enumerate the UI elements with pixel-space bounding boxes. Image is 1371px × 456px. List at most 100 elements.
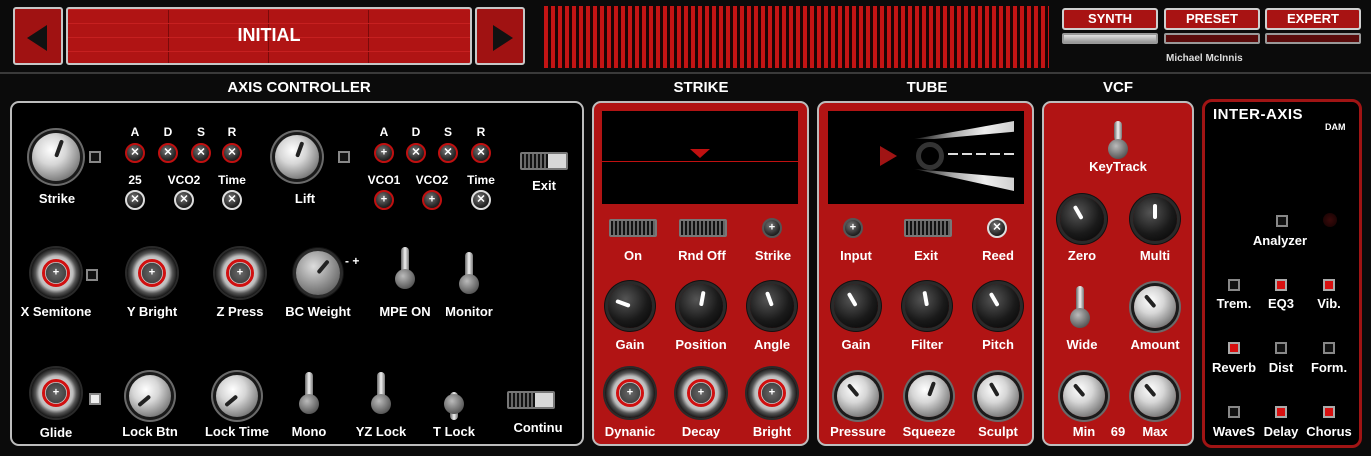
env1-time-knob[interactable]: ✕: [222, 190, 242, 210]
fx-reverb-checkbox[interactable]: [1228, 342, 1240, 354]
env1-vco2-knob[interactable]: ✕: [174, 190, 194, 210]
tube-gain-knob[interactable]: [834, 284, 878, 328]
yz-lock-toggle[interactable]: [370, 372, 392, 414]
tube-exit-label: Exit: [914, 248, 938, 263]
env2-vco1-knob[interactable]: +: [374, 190, 394, 210]
lift-knob[interactable]: [275, 135, 319, 179]
axis-controller-title: AXIS CONTROLLER: [227, 79, 371, 96]
env1-release-knob[interactable]: ✕: [222, 143, 242, 163]
preset-display[interactable]: INITIAL: [66, 7, 472, 65]
tube-sculpt-label: Sculpt: [978, 424, 1018, 439]
x-semitone-checkbox[interactable]: [86, 269, 98, 281]
strike-decay-label: Decay: [681, 424, 721, 439]
strike-gain-knob[interactable]: [608, 284, 652, 328]
fx-trem-checkbox[interactable]: [1228, 279, 1240, 291]
prev-preset-button[interactable]: [13, 7, 63, 65]
strike-dynanic-knob[interactable]: +: [605, 368, 655, 418]
analyzer-checkbox[interactable]: [1276, 215, 1288, 227]
vcf-zero-knob[interactable]: [1060, 197, 1104, 241]
strike-amount-knob[interactable]: +: [762, 218, 782, 238]
env2-vco2-knob[interactable]: +: [422, 190, 442, 210]
x-semitone-knob[interactable]: +: [31, 248, 81, 298]
mpe-on-label: MPE ON: [379, 304, 431, 319]
strike-bright-knob[interactable]: +: [747, 368, 797, 418]
tube-pressure-knob[interactable]: [837, 375, 879, 417]
vcf-multi-knob[interactable]: [1133, 197, 1177, 241]
y-bright-knob[interactable]: +: [127, 248, 177, 298]
tube-pressure-label: Pressure: [830, 424, 886, 439]
lock-time-knob[interactable]: [216, 375, 258, 417]
mono-toggle[interactable]: [298, 372, 320, 414]
strike-angle-knob[interactable]: [750, 284, 794, 328]
vcf-wide-toggle[interactable]: [1069, 286, 1091, 328]
strike-checkbox[interactable]: [89, 151, 101, 163]
fx-chorus-checkbox[interactable]: [1323, 406, 1335, 418]
fx-waves-checkbox[interactable]: [1228, 406, 1240, 418]
fx-vib-checkbox[interactable]: [1323, 279, 1335, 291]
env2-sustain-knob[interactable]: ✕: [438, 143, 458, 163]
fx-delay-label: Delay: [1263, 424, 1299, 439]
inter-axis-logo-sub: DAM: [1325, 122, 1346, 132]
continu-label: Continu: [513, 420, 563, 435]
strike-display[interactable]: [602, 111, 798, 204]
tube-filter-knob[interactable]: [905, 284, 949, 328]
continu-slider[interactable]: [507, 391, 555, 409]
fx-delay-checkbox[interactable]: [1275, 406, 1287, 418]
vcf-max-label: Max: [1142, 424, 1168, 439]
strike-on-label: On: [623, 248, 643, 263]
tube-squeeze-knob[interactable]: [908, 375, 950, 417]
lock-btn-knob[interactable]: [129, 375, 171, 417]
tube-reed-knob[interactable]: ✕: [987, 218, 1007, 238]
strike-position-knob[interactable]: [679, 284, 723, 328]
strike-knob[interactable]: [32, 133, 80, 181]
vcf-amount-knob[interactable]: [1134, 286, 1176, 328]
lift-checkbox[interactable]: [338, 151, 350, 163]
env2-r-label: R: [476, 125, 486, 139]
bc-weight-knob[interactable]: [296, 251, 340, 295]
vcf-max-knob[interactable]: [1134, 375, 1176, 417]
synth-mode-button[interactable]: SYNTH: [1062, 8, 1158, 30]
tube-input-knob[interactable]: +: [843, 218, 863, 238]
preset-name: INITIAL: [237, 25, 301, 45]
strike-dynanic-label: Dynanic: [604, 424, 656, 439]
preset-mode-button[interactable]: PRESET: [1164, 8, 1260, 30]
z-press-knob[interactable]: +: [215, 248, 265, 298]
env2-attack-knob[interactable]: +: [374, 143, 394, 163]
yz-lock-label: YZ Lock: [355, 424, 407, 439]
fx-form-label: Form.: [1310, 360, 1348, 375]
tube-reed-label: Reed: [982, 248, 1014, 263]
env1-decay-knob[interactable]: ✕: [158, 143, 178, 163]
env1-time-label: Time: [218, 173, 246, 187]
tube-sculpt-knob[interactable]: [977, 375, 1019, 417]
t-lock-toggle[interactable]: [443, 372, 465, 420]
strike-decay-knob[interactable]: +: [676, 368, 726, 418]
tube-pitch-knob[interactable]: [976, 284, 1020, 328]
env1-25-knob[interactable]: ✕: [125, 190, 145, 210]
strike-on-slider[interactable]: [609, 219, 657, 237]
tube-display[interactable]: [828, 111, 1024, 204]
env1-sustain-knob[interactable]: ✕: [191, 143, 211, 163]
tube-exit-slider[interactable]: [904, 219, 952, 237]
mpe-on-toggle[interactable]: [394, 247, 416, 289]
fx-trem-label: Trem.: [1216, 296, 1252, 311]
vcf-min-knob[interactable]: [1063, 375, 1105, 417]
fx-eq3-checkbox[interactable]: [1275, 279, 1287, 291]
env2-time-knob[interactable]: ✕: [471, 190, 491, 210]
glide-knob[interactable]: +: [31, 368, 81, 418]
strike-bright-label: Bright: [752, 424, 792, 439]
env2-decay-knob[interactable]: ✕: [406, 143, 426, 163]
next-preset-button[interactable]: [475, 7, 525, 65]
fx-dist-checkbox[interactable]: [1275, 342, 1287, 354]
keytrack-toggle[interactable]: [1107, 117, 1129, 159]
env1-attack-knob[interactable]: ✕: [125, 143, 145, 163]
mono-label: Mono: [291, 424, 327, 439]
monitor-toggle[interactable]: [458, 252, 480, 294]
env2-release-knob[interactable]: ✕: [471, 143, 491, 163]
fx-vib-label: Vib.: [1317, 296, 1341, 311]
expert-mode-button[interactable]: EXPERT: [1265, 8, 1361, 30]
glide-checkbox[interactable]: [89, 393, 101, 405]
env1-s-label: S: [196, 125, 206, 139]
strike-rnd-off-slider[interactable]: [679, 219, 727, 237]
exit-slider[interactable]: [520, 152, 568, 170]
fx-form-checkbox[interactable]: [1323, 342, 1335, 354]
